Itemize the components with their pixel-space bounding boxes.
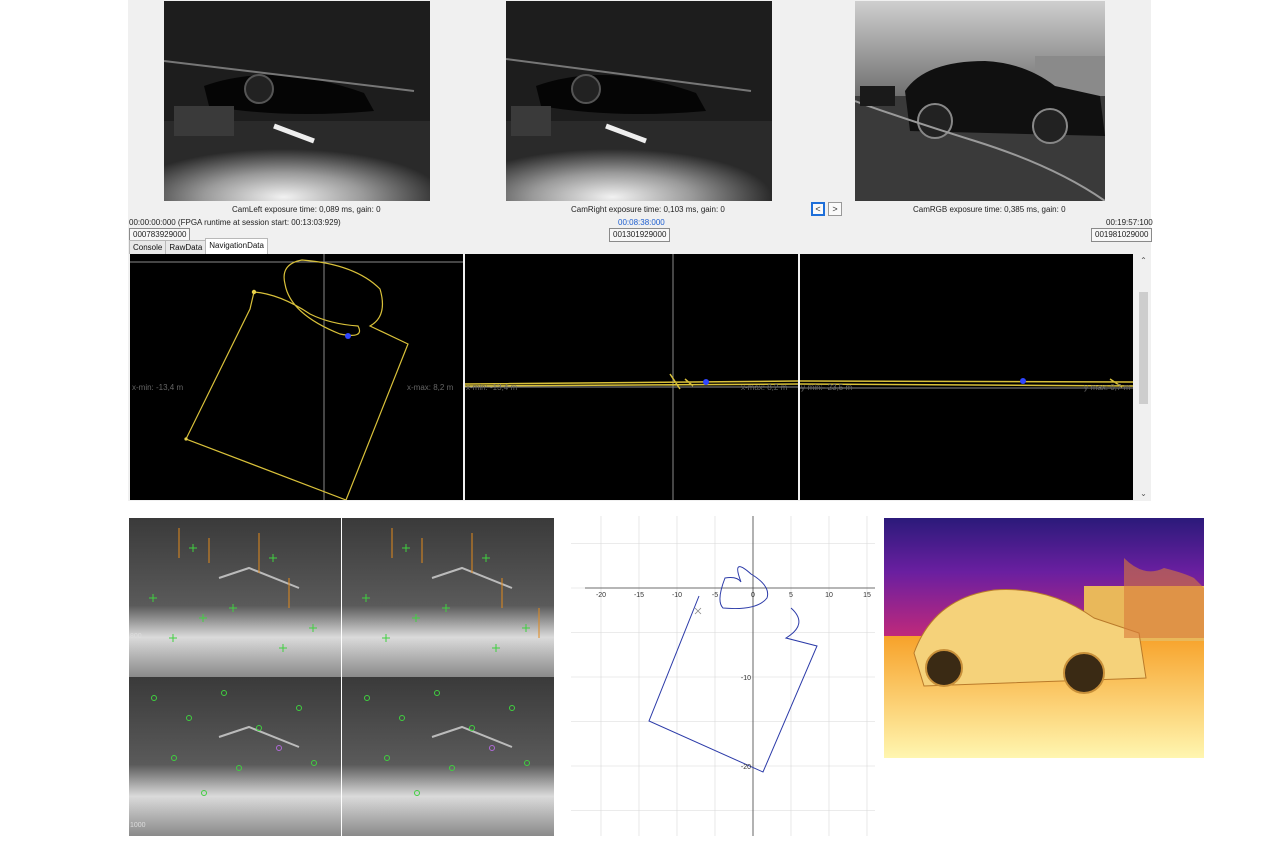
feature-axis-tick-b: 1000 [130,822,146,829]
plot3-ymax-label: y-max: 0,7 m [1084,383,1131,392]
session-start-time: 00:00:00:000 (FPGA runtime at session st… [129,218,341,227]
x-tick-label: -10 [672,592,682,599]
cam-rgb-image [855,1,1105,201]
tab-console[interactable]: Console [129,240,167,254]
x-tick-label: 15 [863,592,871,599]
tab-navigationdata[interactable]: NavigationData [205,238,268,254]
current-time: 00:08:38:000 [618,218,665,227]
nav-plot-top-view: x-min: -13,4 m x-max: 8,2 m [130,254,463,500]
thermal-image [884,518,1204,758]
plot1-xmin-label: x-min: -13,4 m [132,383,184,392]
sensor-viewer-window: CamLeft exposure time: 0,089 ms, gain: 0… [128,0,1153,501]
end-time: 00:19:57:100 [1106,218,1153,227]
prev-frame-button[interactable]: < [811,202,825,216]
nav-plot-front-view: y-min: -23,5 m y-max: 0,7 m [800,254,1133,500]
x-tick-label: 10 [825,592,833,599]
x-tick-label: 5 [789,592,793,599]
x-tick-label: 0 [751,592,755,599]
cam-rgb-caption: CamRGB exposure time: 0,385 ms, gain: 0 [913,205,1066,214]
cam-right-caption: CamRight exposure time: 0,103 ms, gain: … [571,205,725,214]
end-counter-field[interactable]: 001981029000 [1091,228,1153,242]
tab-rawdata[interactable]: RawData [165,240,207,254]
x-tick-label: -20 [596,592,606,599]
plot1-xmax-label: x-max: 8,2 m [407,383,454,392]
nav-plot-side-view: x-min: -13,4 m x-max: 8,2 m [465,254,798,500]
x-tick-label: -15 [634,592,644,599]
tab-bar: Console RawData NavigationData [129,238,268,254]
plot3-ymin-label: y-min: -23,5 m [801,383,853,392]
y-tick-label: -10 [741,675,751,682]
feature-axis-tick-a: 800 [130,633,142,640]
plot2-xmax-label: x-max: 8,2 m [741,383,788,392]
scroll-down-arrow-icon[interactable]: ⌄ [1137,489,1150,498]
current-counter-field[interactable]: 001301929000 [609,228,671,242]
next-frame-button[interactable]: > [828,202,842,216]
cam-left-caption: CamLeft exposure time: 0,089 ms, gain: 0 [232,205,381,214]
trajectory-plot: -20-15-10-5051015 -10-20-30 [571,516,875,836]
plots-scrollbar[interactable]: ⌃ ⌄ [1137,254,1150,500]
scroll-thumb[interactable] [1139,292,1148,404]
cam-left-image [164,1,430,201]
scroll-up-arrow-icon[interactable]: ⌃ [1137,256,1150,265]
x-tick-label: -5 [712,592,718,599]
y-tick-label: -20 [741,764,751,771]
plot2-xmin-label: x-min: -13,4 m [466,383,518,392]
cam-right-image [506,1,772,201]
feature-tracking-panel: 800 1000 [129,518,554,836]
